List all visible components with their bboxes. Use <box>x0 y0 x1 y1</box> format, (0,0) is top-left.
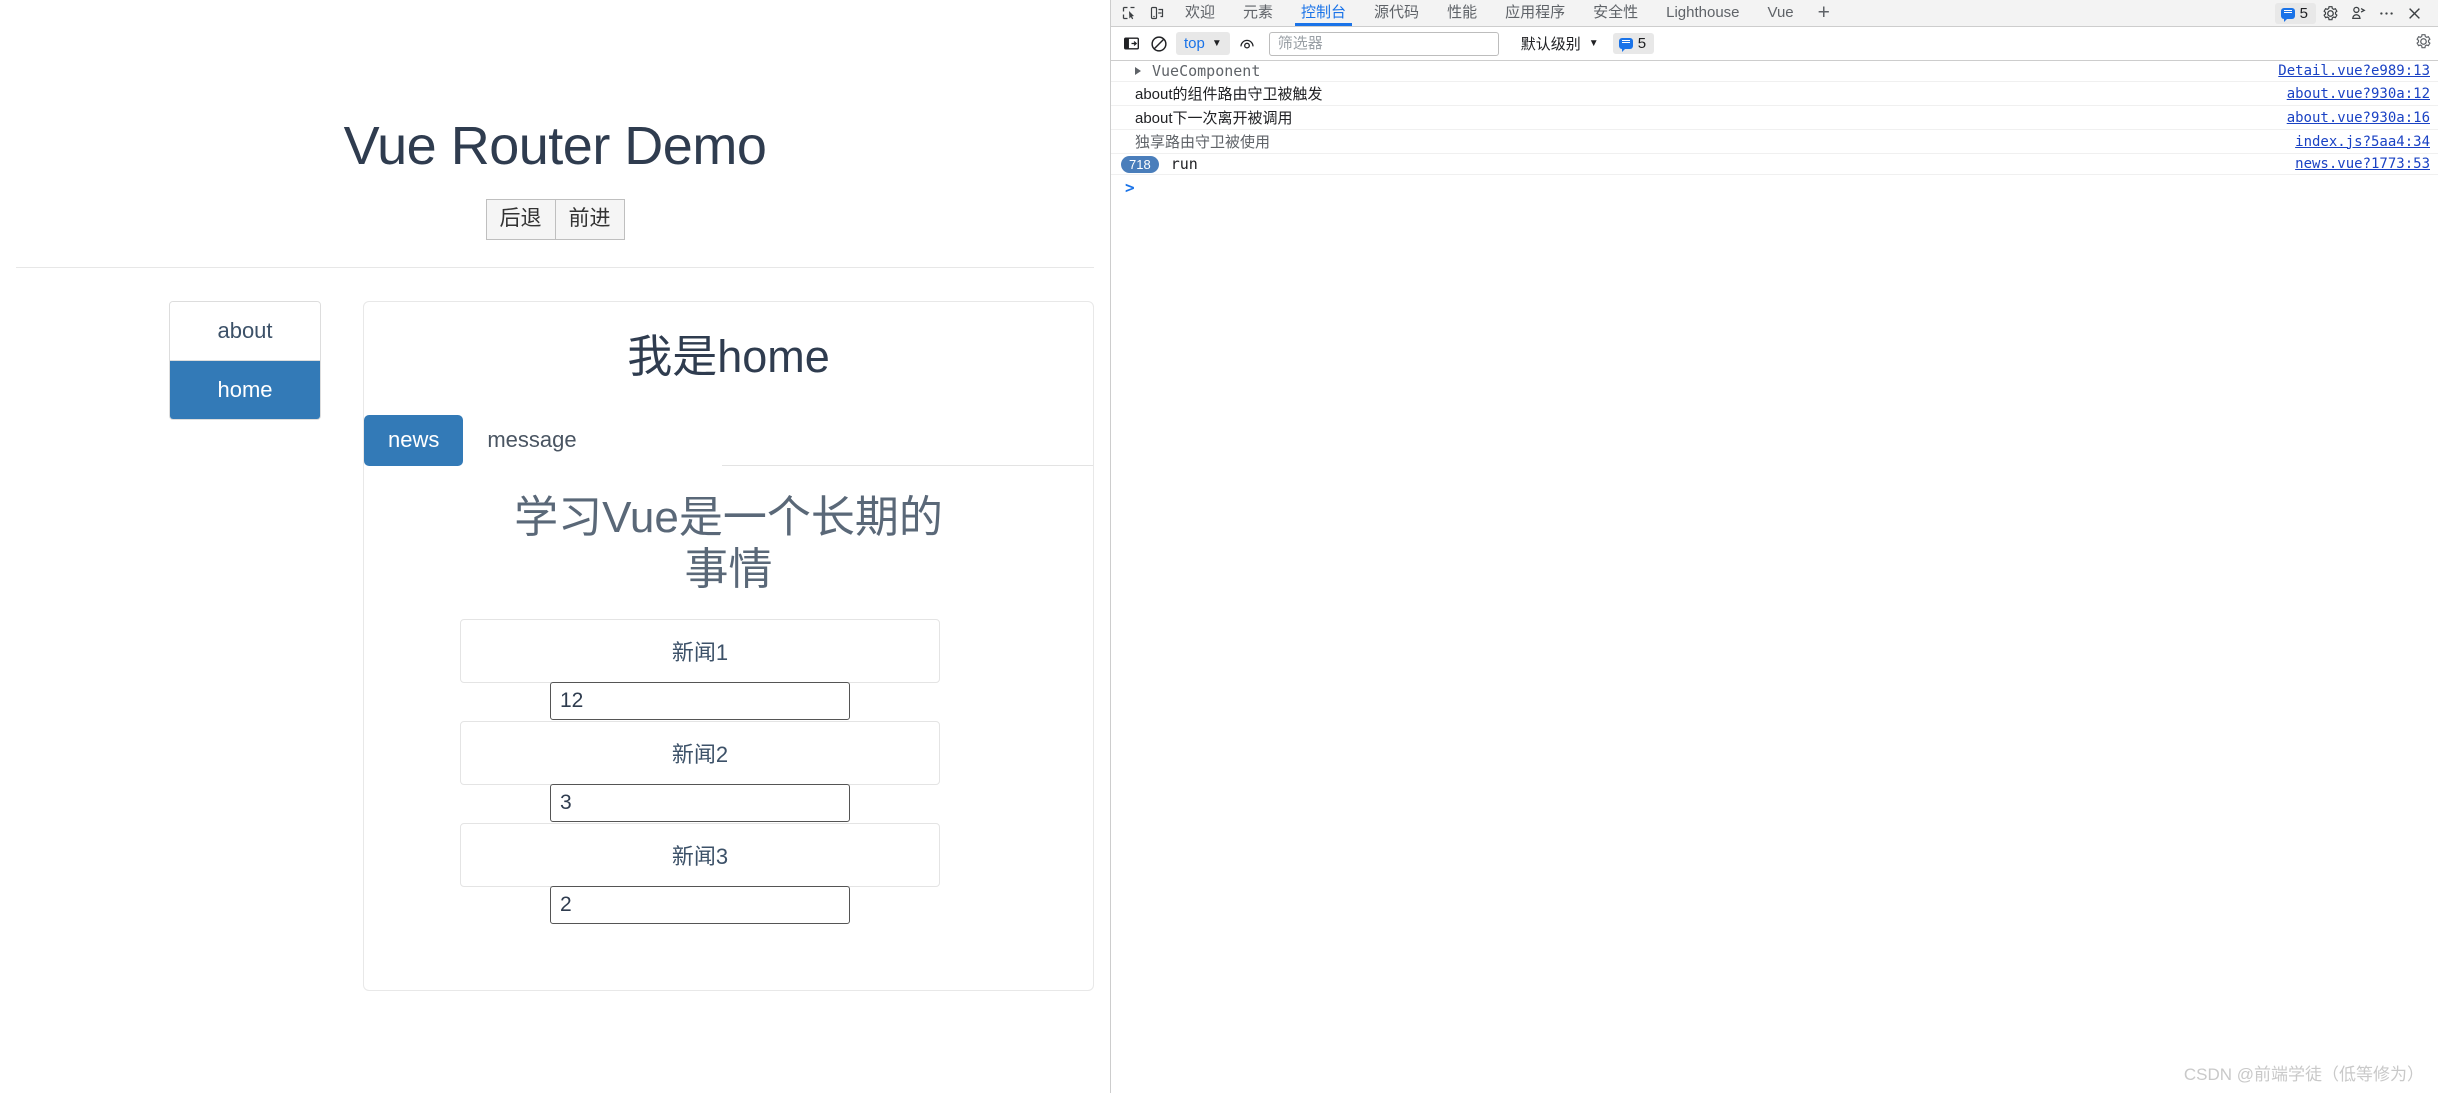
close-icon[interactable] <box>2400 1 2428 25</box>
header-divider <box>16 267 1094 269</box>
console-message: about下一次离开被调用 <box>1121 107 2287 128</box>
chevron-down-icon: ▼ <box>1211 38 1222 49</box>
console-source-link[interactable]: about.vue?930a:16 <box>2287 110 2430 126</box>
console-message: 独享路由守卫被使用 <box>1121 131 2295 152</box>
filter-message-count-badge[interactable]: 5 <box>1612 33 1655 54</box>
forward-button[interactable]: 前进 <box>555 199 625 241</box>
expand-arrow-icon[interactable] <box>1135 67 1141 75</box>
screenshot-root: Vue Router Demo 后退 前进 about home 我是home <box>0 0 2438 1093</box>
news-heading: 学习Vue是一个长期的事情 <box>514 492 943 595</box>
speech-bubble-icon <box>2280 7 2295 22</box>
tab-application[interactable]: 应用程序 <box>1491 0 1579 26</box>
list-item[interactable]: 新闻3 <box>460 823 940 888</box>
clear-console-icon[interactable] <box>1145 32 1173 56</box>
device-toolbar-icon[interactable] <box>1143 1 1171 25</box>
router-view-column: 我是home news message 学习Vue是一个长期的事情 新闻1 新闻… <box>363 301 1094 992</box>
console-message-text: about的组件路由守卫被触发 <box>1135 86 1323 103</box>
news-list: 新闻1 新闻2 新闻3 <box>460 619 940 925</box>
console-row[interactable]: 独享路由守卫被使用 index.js?5aa4:34 <box>1111 130 2438 154</box>
execution-context-label: top <box>1184 35 1205 52</box>
list-item[interactable]: 新闻2 <box>460 721 940 786</box>
console-message: VueComponent <box>1121 62 2278 80</box>
app-header: Vue Router Demo 后退 前进 <box>16 0 1094 269</box>
news-input-2[interactable] <box>550 784 850 823</box>
watermark: CSDN @前端学徒（低等修为） <box>2183 1065 2424 1084</box>
tab-performance[interactable]: 性能 <box>1433 0 1491 26</box>
tab-welcome[interactable]: 欢迎 <box>1171 0 1229 26</box>
console-sidebar-toggle-icon[interactable] <box>1117 32 1145 56</box>
message-count-badge[interactable]: 5 <box>2274 2 2316 24</box>
tabs-underline <box>722 464 1093 466</box>
tab-vue[interactable]: Vue <box>1754 0 1808 26</box>
page-title: Vue Router Demo <box>343 116 767 176</box>
tab-news[interactable]: news <box>364 415 464 466</box>
content-tabs: news message <box>314 410 1093 466</box>
console-source-link[interactable]: Detail.vue?e989:13 <box>2278 63 2430 79</box>
news-input-1[interactable] <box>550 682 850 721</box>
tab-message[interactable]: message <box>463 415 600 465</box>
log-level-select[interactable]: 默认级别 ▼ <box>1521 33 1599 54</box>
devtools-panel: 欢迎 元素 控制台 源代码 性能 应用程序 安全性 Lighthouse Vue… <box>1110 0 2438 1093</box>
console-source-link[interactable]: about.vue?930a:12 <box>2287 86 2430 102</box>
console-message: about的组件路由守卫被触发 <box>1121 83 2287 104</box>
inspect-element-icon[interactable] <box>1115 1 1143 25</box>
back-button[interactable]: 后退 <box>485 199 556 241</box>
add-panel-button[interactable]: + <box>1808 2 1840 24</box>
console-settings-gear-icon[interactable] <box>2415 33 2432 55</box>
console-message-text: run <box>1170 155 1198 173</box>
speech-bubble-icon <box>1618 38 1633 52</box>
live-expression-eye-icon[interactable] <box>1233 32 1261 56</box>
settings-gear-icon[interactable] <box>2316 1 2344 25</box>
news-input-3[interactable] <box>550 886 850 925</box>
filter-message-count-label: 5 <box>1637 35 1647 52</box>
tab-sources[interactable]: 源代码 <box>1360 0 1433 26</box>
router-link-list: about home <box>169 301 321 421</box>
console-source-link[interactable]: news.vue?1773:53 <box>2295 156 2430 172</box>
chevron-down-icon: ▼ <box>1588 38 1599 49</box>
app-body-row: about home 我是home news message 学习Vue是一个长… <box>16 301 1094 992</box>
tab-security[interactable]: 安全性 <box>1579 0 1652 26</box>
tab-lighthouse[interactable]: Lighthouse <box>1652 0 1753 26</box>
console-message-text: 独享路由守卫被使用 <box>1135 134 1271 151</box>
devtools-tabbar-actions: 5 <box>2274 1 2434 25</box>
log-level-label: 默认级别 <box>1520 36 1581 53</box>
list-item[interactable]: 新闻1 <box>460 619 940 684</box>
console-filter-bar: top ▼ 默认级别 ▼ 5 <box>1111 27 2438 61</box>
message-count-label: 5 <box>2299 4 2308 22</box>
more-options-icon[interactable] <box>2372 1 2400 25</box>
content-heading: 我是home <box>627 331 830 383</box>
customize-devtools-icon[interactable] <box>2344 1 2372 25</box>
sidebar-item-home[interactable]: home <box>170 361 320 420</box>
console-row[interactable]: about的组件路由守卫被触发 about.vue?930a:12 <box>1111 82 2438 106</box>
console-row[interactable]: about下一次离开被调用 about.vue?930a:16 <box>1111 106 2438 130</box>
repeat-count-badge: 718 <box>1121 155 1159 173</box>
router-nav-column: about home <box>169 301 321 991</box>
vue-app-pane: Vue Router Demo 后退 前进 about home 我是home <box>0 0 1110 1093</box>
sidebar-item-about[interactable]: about <box>170 302 320 362</box>
console-message: 718 run <box>1121 155 2295 173</box>
console-message-text: VueComponent <box>1152 62 1261 80</box>
console-row[interactable]: VueComponent Detail.vue?e989:13 <box>1111 61 2438 82</box>
console-source-link[interactable]: index.js?5aa4:34 <box>2295 134 2430 150</box>
console-message-list: VueComponent Detail.vue?e989:13 about的组件… <box>1111 61 2438 200</box>
tab-elements[interactable]: 元素 <box>1229 0 1287 26</box>
devtools-tabbar: 欢迎 元素 控制台 源代码 性能 应用程序 安全性 Lighthouse Vue… <box>1111 0 2438 27</box>
console-filter-input[interactable] <box>1268 31 1499 56</box>
execution-context-select[interactable]: top ▼ <box>1176 32 1230 55</box>
tab-console[interactable]: 控制台 <box>1287 0 1360 26</box>
prompt-caret-icon: > <box>1125 178 1135 197</box>
console-row[interactable]: 718 run news.vue?1773:53 <box>1111 154 2438 175</box>
console-message-text: about下一次离开被调用 <box>1135 110 1293 127</box>
console-prompt[interactable]: > <box>1111 175 2438 200</box>
history-button-group: 后退 前进 <box>485 199 625 241</box>
content-panel: 我是home news message 学习Vue是一个长期的事情 新闻1 新闻… <box>363 301 1094 992</box>
